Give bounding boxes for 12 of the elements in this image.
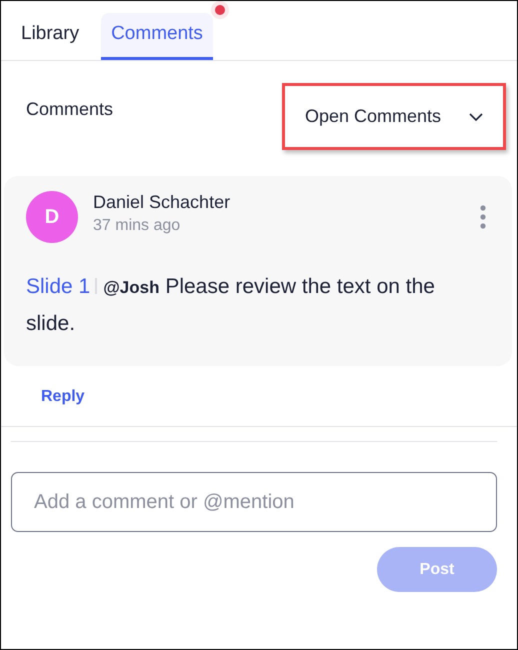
comment-text: Slide 1 @Josh Please review the text on the slide. (26, 274, 436, 337)
slide-link[interactable]: Slide 1 (26, 275, 90, 298)
tab[interactable]: Library (11, 13, 90, 60)
reply-link[interactable]: Reply (38, 386, 88, 408)
timestamp: 37 mins ago (93, 216, 182, 234)
avatar: D (26, 191, 78, 243)
section-title: Comments (26, 99, 114, 120)
author-name: Daniel Schachter (93, 192, 232, 212)
tab[interactable]: Comments (101, 13, 213, 60)
more-options-icon[interactable] (480, 205, 486, 229)
filter-dropdown[interactable]: Open Comments (282, 83, 506, 150)
chevron-down-icon (469, 112, 483, 120)
